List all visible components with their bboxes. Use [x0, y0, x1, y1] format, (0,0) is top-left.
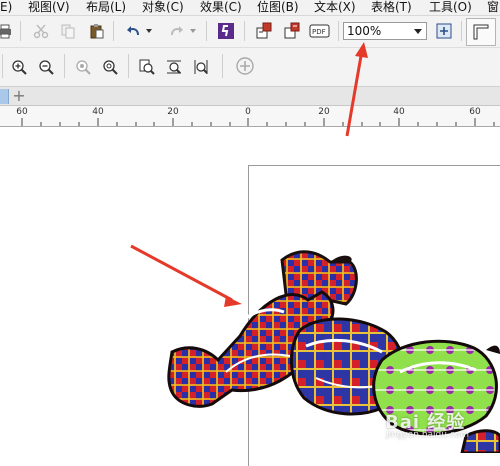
application-launcher-icon[interactable] [215, 20, 237, 42]
menu-layout[interactable]: 布局(L) [86, 0, 126, 14]
add-toolbar-item-icon[interactable] [234, 55, 256, 77]
redo-icon[interactable] [166, 20, 188, 42]
paste-icon[interactable] [86, 20, 108, 42]
document-tab-strip: + [0, 87, 500, 106]
print-icon[interactable] [0, 20, 16, 42]
zoom-to-page-icon[interactable] [136, 56, 158, 78]
horizontal-ruler[interactable]: 60 40 20 0 20 40 60 [0, 106, 500, 127]
document-tab[interactable] [0, 89, 9, 104]
toolbar-separator [206, 21, 207, 41]
zoom-to-page-height-icon[interactable] [190, 56, 212, 78]
menu-tools[interactable]: 工具(O) [429, 0, 472, 14]
toolbar-separator [128, 54, 129, 78]
undo-icon[interactable] [122, 20, 144, 42]
watermark-url: jingyan.baidu.com [386, 430, 470, 440]
toolbar-separator [338, 21, 339, 41]
rulers-toggle-icon[interactable] [466, 18, 496, 46]
zoom-out-icon[interactable] [35, 56, 57, 78]
toolbar-separator [2, 54, 3, 78]
ruler-label: 20 [318, 107, 330, 117]
zoom-to-page-width-icon[interactable] [163, 56, 185, 78]
zoom-toolbar [0, 48, 500, 87]
toolbar-separator [113, 21, 114, 41]
menu-object[interactable]: 对象(C) [142, 0, 184, 14]
redo-dropdown-icon[interactable] [187, 20, 199, 42]
undo-dropdown-icon[interactable] [143, 20, 155, 42]
standard-toolbar: PDF [0, 16, 500, 48]
copy-icon[interactable] [57, 20, 79, 42]
menu-bitmaps[interactable]: 位图(B) [257, 0, 299, 14]
menu-window-partial[interactable]: 窗 [487, 0, 499, 14]
ruler-label: 0 [245, 107, 251, 117]
zoom-level-input[interactable] [347, 23, 413, 39]
export-icon[interactable] [281, 20, 303, 42]
svg-text:PDF: PDF [312, 28, 326, 36]
menu-table[interactable]: 表格(T) [371, 0, 412, 14]
zoom-dropdown-icon[interactable] [412, 25, 424, 37]
ruler-label: 40 [393, 107, 405, 117]
zoom-to-all-objects-icon[interactable] [99, 56, 121, 78]
import-icon[interactable] [253, 20, 275, 42]
toolbar-separator [64, 54, 65, 78]
menu-edit-partial[interactable]: E) [0, 0, 12, 14]
ruler-label: 60 [469, 107, 481, 117]
menu-view[interactable]: 视图(V) [28, 0, 70, 14]
ruler-label: 20 [167, 107, 179, 117]
zoom-to-selected-icon[interactable] [72, 56, 94, 78]
cut-icon[interactable] [30, 20, 52, 42]
toolbar-separator [20, 21, 21, 41]
toolbar-separator [461, 21, 462, 41]
publish-pdf-icon[interactable]: PDF [309, 20, 331, 42]
toolbar-separator [244, 21, 245, 41]
menu-text[interactable]: 文本(X) [314, 0, 356, 14]
ruler-label: 60 [16, 107, 28, 117]
menu-bar: E) 视图(V) 布局(L) 对象(C) 效果(C) 位图(B) 文本(X) 表… [0, 0, 500, 16]
zoom-in-icon[interactable] [8, 56, 30, 78]
full-screen-preview-icon[interactable] [433, 20, 455, 42]
zoom-level-combobox[interactable] [343, 22, 427, 40]
ruler-label: 40 [92, 107, 104, 117]
new-document-tab-icon[interactable]: + [11, 88, 27, 104]
menu-effects[interactable]: 效果(C) [200, 0, 242, 14]
toolbar-separator [222, 54, 223, 78]
